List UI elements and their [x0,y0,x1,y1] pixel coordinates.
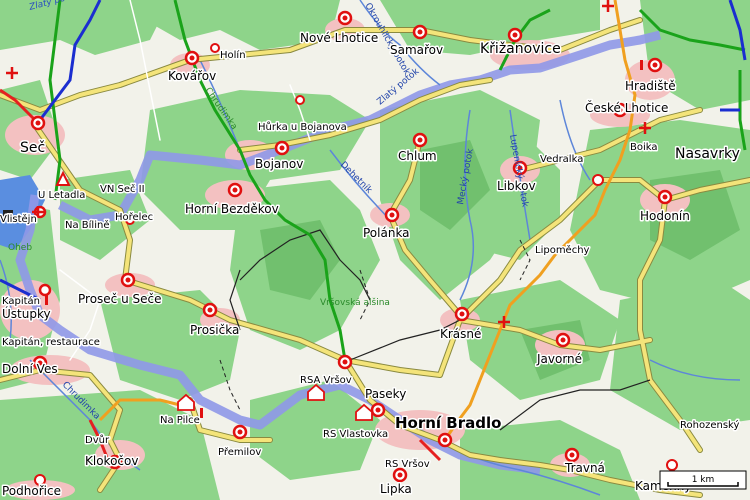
marker-kapitan[interactable] [38,283,52,297]
label-polanka: Polánka [363,226,410,240]
label-prosec: Proseč u Sečе [78,292,161,306]
marker-polanka[interactable] [384,207,400,223]
label-rsa-vrsov: RSA Vršov [300,374,352,386]
label-ceske-lhotice: České Lhotice [585,100,668,115]
marker-holin[interactable] [210,43,220,53]
label-vn-sec: VN Seč II [100,183,145,195]
label-holin: Holín [220,49,246,61]
label-javorne: Javorné [536,352,582,366]
label-boika: Boika [630,142,658,153]
label-dvur: Dvůr [85,434,110,446]
label-lipka: Lipka [380,482,412,496]
label-horni-bezdekov: Horní Bezděkov [185,202,279,216]
marker-krizanovice[interactable] [507,27,523,43]
label-rohozensky: Rohozenský [680,419,739,431]
label-premilov: Přemilov [218,446,261,458]
label-horni-bradlo: Horní Bradlo [395,414,501,432]
marker-hradiste[interactable] [647,57,663,73]
trail-label: Vršovská alšina [320,297,390,308]
marker-vedralka[interactable] [592,174,604,186]
label-kapitan-rest: Kapitán, restaurace [2,336,100,348]
marker-kovarov[interactable] [184,50,200,66]
label-vlistejn: Vlistějn [0,213,37,225]
label-bojanov: Bojanov [255,157,303,171]
marker-travna[interactable] [564,447,580,463]
marker-hurka[interactable] [295,95,305,105]
label-samarov: Samařov [390,43,443,57]
label-podhorice: Podhořice [2,484,61,498]
label-na-biline: Na Bílině [65,219,109,231]
flag-icon [45,295,48,305]
label-hodonin: Hodonín [640,209,690,223]
marker-hodonin[interactable] [657,189,673,205]
marker-javorne[interactable] [555,332,571,348]
flag-icon [200,408,203,418]
label-vedralka: Vedralka [540,154,583,165]
label-hurka: Hůrka u Bojanova [258,121,347,133]
label-rs-vlastovka: RS Vlastovka [323,429,388,440]
label-rs-vrsov: RS Vršov [385,458,430,470]
label-nove-lhotice: Nové Lhotice [300,31,378,45]
scale-bar: 1 km [659,470,747,490]
label-travna: Travná [564,461,605,475]
scale-label: 1 km [692,475,715,485]
label-lipomechy: Lipoměchy [535,244,590,256]
map-canvas[interactable]: Zlatý potok Okrouhlický potok Dehetník M… [0,0,750,500]
label-nasavrky: Nasavrky [675,146,740,162]
label-na-pilce: Na Pilce [160,415,200,426]
trail-label: Oheb [8,243,32,253]
label-prosicka: Prosička [190,323,239,337]
marker-bojanov[interactable] [274,140,290,156]
label-chlum: Chlum [398,149,437,163]
label-krasne: Krásné [440,327,481,341]
label-horelec: Hořelec [115,211,153,223]
marker-vrsov[interactable] [337,354,353,370]
label-sec: Seč [20,140,45,156]
marker-paseky[interactable] [370,402,386,418]
label-libkov: Libkov [497,179,536,193]
marker-sec[interactable] [30,115,46,131]
label-krizanovice: Křižanovice [480,41,561,57]
marker-horni-bezdekov[interactable] [227,182,243,198]
label-kapitan: Kapitán [2,295,40,307]
label-kovarov: Kovářov [168,69,216,83]
marker-kamenny[interactable] [666,459,678,471]
label-hradiste: Hradiště [625,79,676,93]
marker-nove-lhotice[interactable] [337,10,353,26]
marker-prosec[interactable] [120,272,136,288]
marker-premilov[interactable] [232,424,248,440]
marker-samarov[interactable] [412,24,428,40]
label-klokocov: Klokočov [85,454,138,468]
label-dolni-ves: Dolní Ves [2,362,58,376]
label-ustupky: Ústupky [2,306,51,321]
marker-chlum[interactable] [412,132,428,148]
marker-prosicka[interactable] [202,302,218,318]
marker-krasne[interactable] [454,306,470,322]
label-paseky: Paseky [365,387,406,401]
flag-icon [640,60,643,70]
marker-horni-bradlo[interactable] [437,432,453,448]
label-u-letadla: U Letadla [38,190,85,201]
marker-lipka[interactable] [392,467,408,483]
